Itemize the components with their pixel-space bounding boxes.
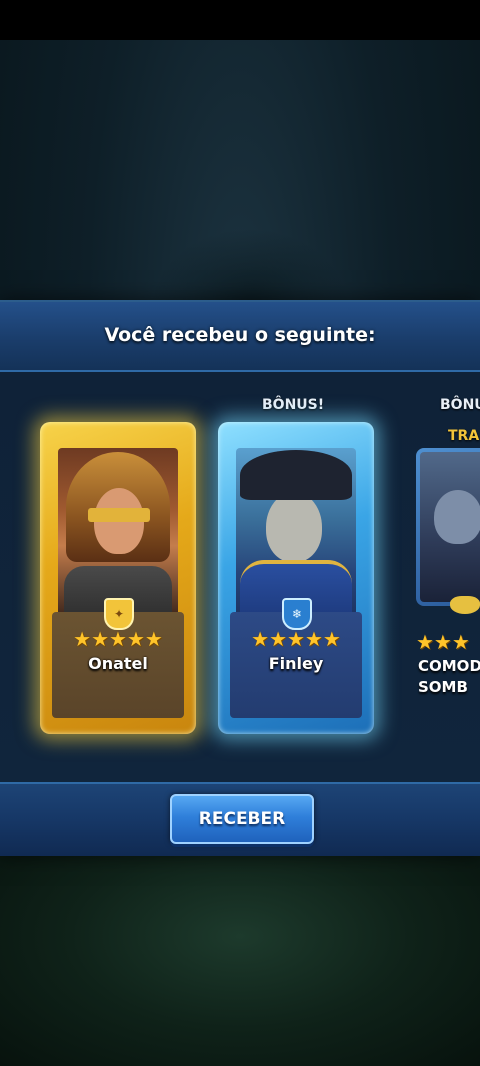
mask-icon bbox=[450, 596, 480, 614]
hero-name-third: COMOD SOMB bbox=[418, 656, 480, 698]
face-shape bbox=[266, 492, 322, 562]
bonus-label-third: BÔNU bbox=[440, 397, 480, 413]
face-shape bbox=[434, 490, 480, 544]
hero-name-line2: SOMB bbox=[418, 678, 468, 696]
dialog-header: Você recebeu o seguinte: bbox=[0, 302, 480, 372]
background-ground bbox=[0, 850, 480, 1066]
hero-card-onatel[interactable]: ★★★★★ Onatel ✦ bbox=[40, 422, 196, 734]
hero-portrait bbox=[420, 452, 480, 602]
star-rating: ★★★★★ bbox=[73, 627, 163, 651]
blindfold-shape bbox=[88, 508, 150, 522]
background-castle bbox=[150, 228, 350, 308]
status-bar bbox=[0, 0, 480, 40]
star-rating-third: ★★★ bbox=[416, 630, 470, 654]
star-rating: ★★★★★ bbox=[251, 627, 341, 651]
dialog-title: Você recebeu o seguinte: bbox=[104, 324, 376, 346]
game-screen: Você recebeu o seguinte: BÔNUS! BÔNU TRA… bbox=[0, 0, 480, 1066]
hat-shape bbox=[240, 450, 352, 500]
hero-name-line1: COMOD bbox=[418, 657, 480, 675]
holy-emblem-icon: ✦ bbox=[104, 598, 134, 630]
receive-button[interactable]: RECEBER bbox=[170, 794, 314, 844]
tag-label-third: TRA bbox=[448, 428, 480, 444]
hero-card-third[interactable] bbox=[416, 448, 480, 614]
hero-name: Finley bbox=[268, 654, 324, 673]
bonus-label-finley: BÔNUS! bbox=[262, 397, 325, 413]
hero-name: Onatel bbox=[88, 654, 148, 673]
hero-card-finley[interactable]: ★★★★★ Finley ❄ bbox=[218, 422, 374, 734]
ice-emblem-icon: ❄ bbox=[282, 598, 312, 630]
